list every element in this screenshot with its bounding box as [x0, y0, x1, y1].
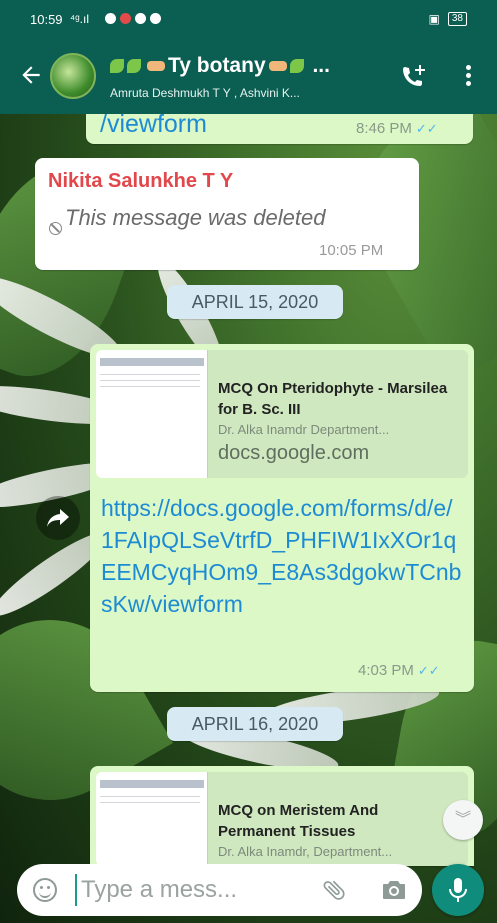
link-preview-domain: docs.google.com [218, 442, 370, 464]
message-input[interactable] [75, 874, 285, 906]
message-bubble-incoming[interactable]: Nikita Salunkhe T Y This message was del… [35, 158, 419, 270]
leaf-emoji-icon [289, 59, 304, 74]
arrow-back-icon [22, 66, 40, 84]
back-button[interactable] [18, 62, 46, 90]
chat-title-ellipsis: ... [312, 54, 330, 77]
emoji-button[interactable] [33, 878, 57, 902]
mic-icon [449, 878, 467, 902]
link-preview-thumbnail [96, 772, 208, 866]
message-time: 10:05 PM [319, 242, 384, 259]
link-preview-title: MCQ On Pteridophyte - Marsilea for B. Sc… [218, 380, 448, 418]
call-add-button[interactable] [400, 64, 430, 90]
sender-name: Nikita Salunkhe T Y [48, 170, 234, 192]
chat-header: Ty botany ... Amruta Deshmukh T Y , Ashv… [0, 40, 497, 114]
more-options-button[interactable] [460, 62, 476, 92]
camera-icon [383, 881, 405, 899]
camera-button[interactable] [381, 878, 407, 902]
status-right: ▣ 38 [429, 12, 467, 26]
link-preview-card[interactable]: MCQ On Pteridophyte - Marsilea for B. Sc… [96, 350, 468, 478]
double-chevron-down-icon: ︾ [454, 811, 471, 828]
attach-button[interactable] [321, 877, 347, 903]
message-meta: 8:46 PM ✓✓ [356, 120, 438, 137]
leaf-emoji-icon [110, 59, 124, 74]
link-preview-description: Dr. Alka Inamdr, Department... [218, 844, 393, 859]
link-preview-card[interactable]: MCQ on Meristem And Permanent Tissues Dr… [96, 772, 468, 866]
chat-title-text: Ty botany [168, 54, 266, 77]
message-bubble-outgoing[interactable]: MCQ on Meristem And Permanent Tissues Dr… [90, 766, 474, 866]
link-preview-thumbnail [96, 350, 208, 478]
date-separator: APRIL 16, 2020 [167, 707, 343, 741]
vibrate-icon: ▣ [428, 12, 440, 26]
message-link-text[interactable]: /viewform [100, 110, 207, 139]
chat-title[interactable]: Ty botany ... [110, 54, 330, 78]
pointing-hand-icon [268, 61, 287, 72]
leaf-emoji-icon [127, 59, 141, 74]
status-time: 10:59 [30, 12, 63, 27]
deleted-message-text: This message was deleted [65, 205, 326, 230]
message-bubble-outgoing[interactable]: MCQ On Pteridophyte - Marsilea for B. Sc… [90, 344, 474, 692]
date-separator: APRIL 15, 2020 [167, 285, 343, 319]
read-ticks-icon: ✓✓ [417, 663, 440, 678]
call-add-icon [403, 65, 425, 86]
forward-icon [47, 509, 69, 527]
message-time: 8:46 PM [356, 120, 412, 137]
message-link-text[interactable]: https://docs.google.com/forms/d/e/1FAIpQ… [101, 492, 463, 620]
link-preview-description: Dr. Alka Inamdr Department... [218, 422, 390, 437]
voice-record-button[interactable] [432, 864, 484, 916]
battery-icon: 38 [447, 12, 467, 26]
message-time: 4:03 PM [358, 662, 414, 679]
paperclip-icon [323, 880, 345, 900]
group-avatar[interactable] [50, 53, 96, 99]
signal-icon: ⁴ᵍ.ıl [70, 12, 90, 26]
link-preview-title: MCQ on Meristem And Permanent Tissues [218, 802, 379, 840]
deleted-icon [49, 222, 62, 235]
chat-participants: Amruta Deshmukh T Y , Ashvini K... [110, 86, 300, 100]
more-vert-icon [465, 65, 471, 70]
forward-button[interactable] [36, 496, 80, 540]
read-ticks-icon: ✓✓ [415, 121, 438, 136]
message-composer [17, 864, 422, 916]
notification-icons [105, 13, 161, 24]
status-bar: 10:59 ⁴ᵍ.ıl ▣ 38 [0, 0, 497, 40]
message-meta: 4:03 PM ✓✓ [358, 662, 440, 679]
message-bubble-outgoing[interactable]: /viewform 8:46 PM ✓✓ [86, 110, 473, 144]
scroll-to-bottom-button[interactable]: ︾ [443, 800, 483, 840]
pointing-hand-icon [147, 61, 165, 72]
